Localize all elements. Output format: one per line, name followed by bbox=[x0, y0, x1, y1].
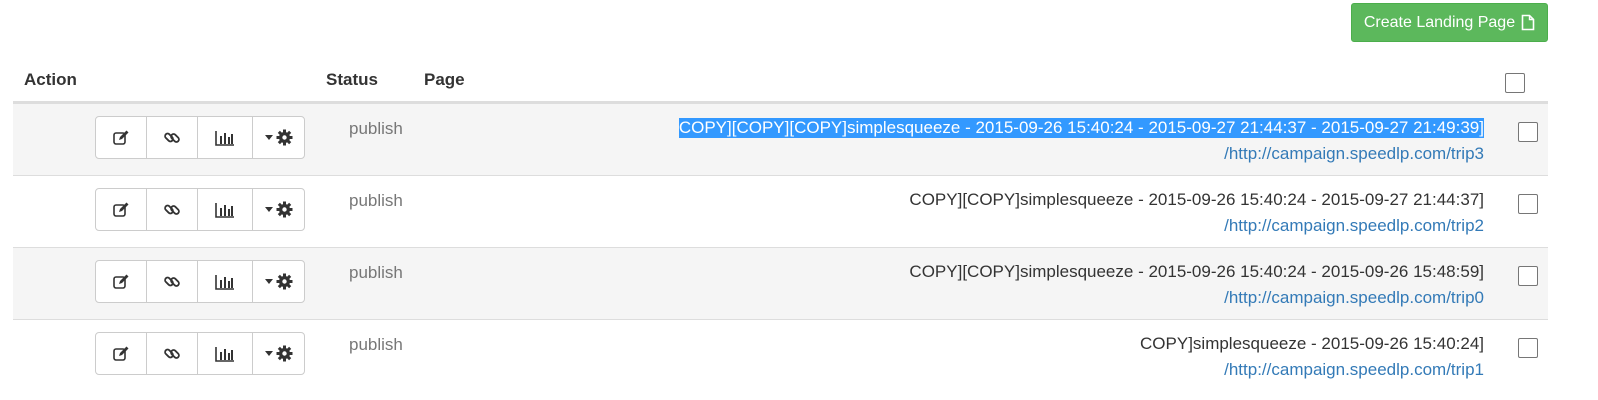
row-select-checkbox[interactable] bbox=[1518, 338, 1538, 358]
edit-button[interactable] bbox=[95, 116, 147, 159]
settings-dropdown-button[interactable] bbox=[252, 332, 305, 375]
row-action-group bbox=[95, 188, 305, 231]
status-text: publish bbox=[349, 335, 403, 354]
row-action-group bbox=[95, 116, 305, 159]
settings-dropdown-button[interactable] bbox=[252, 116, 305, 159]
link-icon bbox=[163, 273, 181, 291]
table-row: publish COPY][COPY]simplesqueeze - 2015-… bbox=[13, 175, 1548, 247]
page-title: COPY][COPY]simplesqueeze - 2015-09-26 15… bbox=[909, 262, 1484, 281]
page-url-link[interactable]: /http://campaign.speedlp.com/trip0 bbox=[1224, 288, 1484, 308]
page-title: COPY]simplesqueeze - 2015-09-26 15:40:24… bbox=[1140, 334, 1484, 353]
table-header: Action Status Page bbox=[13, 58, 1548, 103]
edit-button[interactable] bbox=[95, 260, 147, 303]
table-row: publish COPY][COPY]simplesqueeze - 2015-… bbox=[13, 247, 1548, 319]
page-url-link[interactable]: /http://campaign.speedlp.com/trip2 bbox=[1224, 216, 1484, 236]
bar-chart-icon bbox=[215, 202, 235, 218]
select-all-checkbox[interactable] bbox=[1505, 73, 1525, 93]
gear-icon bbox=[276, 201, 293, 218]
row-select-checkbox[interactable] bbox=[1518, 266, 1538, 286]
edit-icon bbox=[112, 345, 130, 363]
row-select-checkbox[interactable] bbox=[1518, 194, 1538, 214]
column-header-action: Action bbox=[24, 70, 77, 89]
row-select-checkbox[interactable] bbox=[1518, 122, 1538, 142]
status-text: publish bbox=[349, 263, 403, 282]
edit-icon bbox=[112, 129, 130, 147]
status-text: publish bbox=[349, 119, 403, 138]
row-action-group bbox=[95, 332, 305, 375]
caret-down-icon bbox=[264, 350, 273, 357]
edit-icon bbox=[112, 201, 130, 219]
caret-down-icon bbox=[264, 278, 273, 285]
edit-button[interactable] bbox=[95, 188, 147, 231]
stats-button[interactable] bbox=[197, 188, 253, 231]
link-icon bbox=[163, 345, 181, 363]
stats-button[interactable] bbox=[197, 332, 253, 375]
bar-chart-icon bbox=[215, 274, 235, 290]
page-title: COPY][COPY]simplesqueeze - 2015-09-26 15… bbox=[909, 190, 1484, 209]
link-icon bbox=[163, 129, 181, 147]
page-title: COPY][COPY][COPY]simplesqueeze - 2015-09… bbox=[678, 118, 1484, 138]
caret-down-icon bbox=[264, 134, 273, 141]
stats-button[interactable] bbox=[197, 260, 253, 303]
link-button[interactable] bbox=[146, 332, 198, 375]
settings-dropdown-button[interactable] bbox=[252, 188, 305, 231]
gear-icon bbox=[276, 273, 293, 290]
link-icon bbox=[163, 201, 181, 219]
table-row: publish COPY][COPY][COPY]simplesqueeze -… bbox=[13, 103, 1548, 175]
bar-chart-icon bbox=[215, 130, 235, 146]
create-landing-page-button[interactable]: Create Landing Page bbox=[1351, 3, 1548, 42]
bar-chart-icon bbox=[215, 346, 235, 362]
link-button[interactable] bbox=[146, 116, 198, 159]
link-button[interactable] bbox=[146, 260, 198, 303]
gear-icon bbox=[276, 345, 293, 362]
link-button[interactable] bbox=[146, 188, 198, 231]
gear-icon bbox=[276, 129, 293, 146]
table-row: publish COPY]simplesqueeze - 2015-09-26 … bbox=[13, 319, 1548, 391]
edit-icon bbox=[112, 273, 130, 291]
edit-button[interactable] bbox=[95, 332, 147, 375]
column-header-page: Page bbox=[424, 70, 465, 89]
page-url-link[interactable]: /http://campaign.speedlp.com/trip1 bbox=[1224, 360, 1484, 380]
file-icon bbox=[1521, 14, 1535, 31]
row-action-group bbox=[95, 260, 305, 303]
page-url-link[interactable]: /http://campaign.speedlp.com/trip3 bbox=[1224, 144, 1484, 164]
create-landing-page-label: Create Landing Page bbox=[1363, 13, 1516, 31]
settings-dropdown-button[interactable] bbox=[252, 260, 305, 303]
stats-button[interactable] bbox=[197, 116, 253, 159]
status-text: publish bbox=[349, 191, 403, 210]
column-header-status: Status bbox=[326, 70, 378, 89]
caret-down-icon bbox=[264, 206, 273, 213]
